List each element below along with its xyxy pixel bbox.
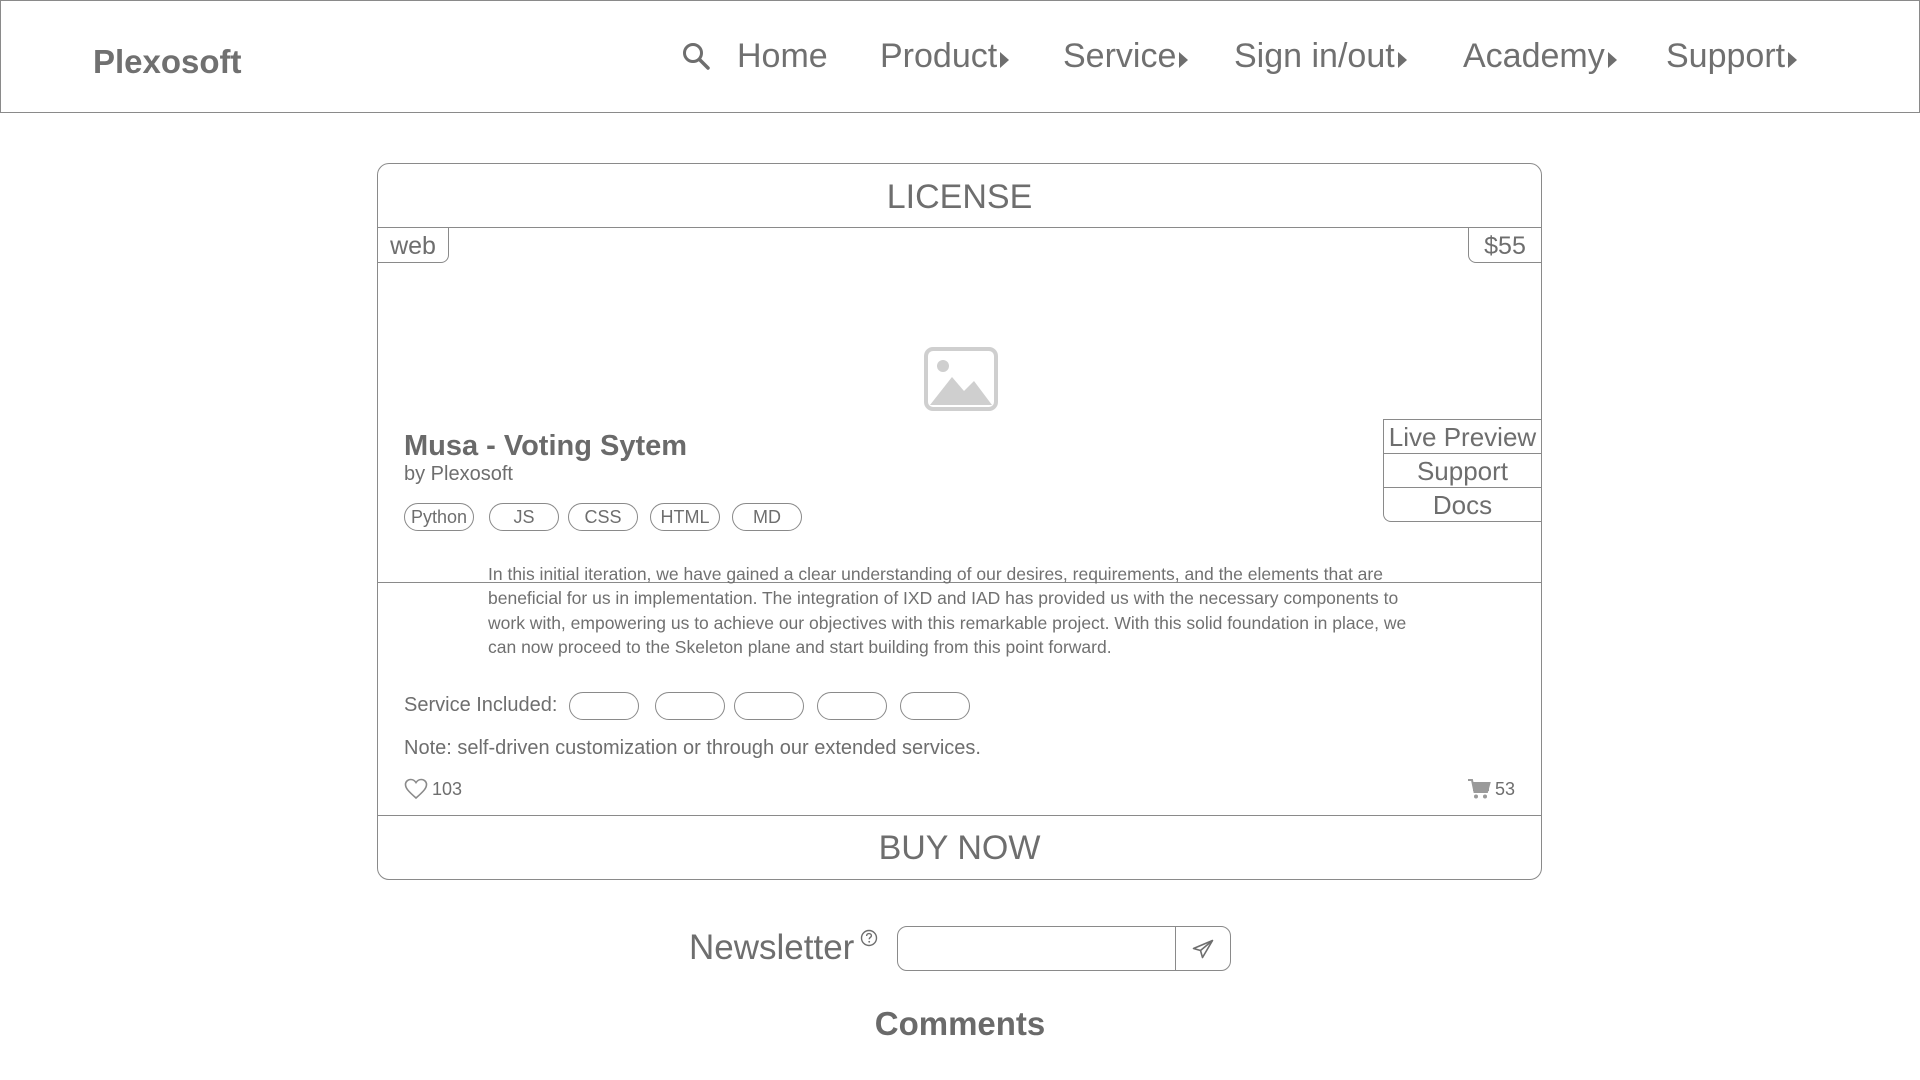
service-pill[interactable] (734, 692, 804, 720)
newsletter-label: Newsletter (689, 928, 855, 967)
cart-icon[interactable] (1467, 778, 1491, 800)
live-preview-button[interactable]: Live Preview (1383, 419, 1541, 454)
nav-item-support[interactable]: Support (1666, 37, 1798, 76)
service-pill[interactable] (900, 692, 970, 720)
product-author: by Plexosoft (404, 463, 513, 485)
site-logo[interactable]: Plexosoft (93, 43, 242, 81)
support-button[interactable]: Support (1383, 453, 1541, 488)
newsletter-send-button[interactable] (1175, 927, 1230, 970)
question-circle-icon[interactable] (860, 929, 878, 947)
nav-item-label: Product (880, 37, 998, 75)
nav-item-label: Support (1666, 37, 1786, 75)
cart-counter[interactable]: 53 (1467, 777, 1515, 801)
product-description: In this initial iteration, we have gaine… (488, 564, 1407, 657)
nav-item-home[interactable]: Home (737, 37, 828, 76)
service-included-label: Service Included: (404, 694, 558, 716)
send-icon (1192, 939, 1214, 958)
price-tag: $55 (1468, 227, 1542, 263)
caret-right-icon (1607, 51, 1617, 68)
caret-right-icon (1788, 51, 1798, 68)
tech-tag-css[interactable]: CSS (568, 503, 638, 531)
caret-right-icon (1397, 51, 1407, 68)
newsletter-form (897, 926, 1231, 971)
nav-item-academy[interactable]: Academy (1463, 37, 1617, 76)
caret-right-icon (1000, 51, 1010, 68)
service-pill[interactable] (569, 692, 639, 720)
product-image-area: web $55 (377, 227, 1542, 583)
nav-item-service[interactable]: Service (1063, 37, 1189, 76)
service-pill[interactable] (817, 692, 887, 720)
product-title: Musa - Voting Sytem (404, 430, 688, 462)
image-placeholder-icon (924, 347, 998, 411)
side-links: Live Preview Support Docs (1383, 419, 1541, 522)
license-card: LICENSE web $55 Live Preview Support Doc… (377, 163, 1542, 880)
caret-right-icon (1179, 51, 1189, 68)
tech-tag-python[interactable]: Python (404, 503, 474, 531)
comments-heading: Comments (874, 1005, 1046, 1042)
license-title: LICENSE (378, 164, 1541, 228)
search-icon[interactable] (681, 41, 711, 71)
tech-tag-html[interactable]: HTML (650, 503, 720, 531)
nav-item-label: Academy (1463, 37, 1605, 75)
service-pill[interactable] (655, 692, 725, 720)
platform-tag: web (377, 227, 449, 263)
tech-tag-js[interactable]: JS (489, 503, 559, 531)
nav-item-label: Service (1063, 37, 1177, 75)
docs-button[interactable]: Docs (1383, 487, 1541, 522)
nav-item-label: Sign in/out (1234, 37, 1395, 75)
heart-icon[interactable] (404, 778, 428, 800)
tech-tag-md[interactable]: MD (732, 503, 802, 531)
nav-item-label: Home (737, 37, 828, 75)
likes-count: 103 (432, 778, 463, 799)
buy-now-button[interactable]: BUY NOW (378, 815, 1541, 879)
nav-item-product[interactable]: Product (880, 37, 1010, 76)
nav-item-sign-in-out[interactable]: Sign in/out (1234, 37, 1407, 76)
top-navbar: Plexosoft Home Product Service Sign in/o… (0, 0, 1920, 113)
cart-count: 53 (1494, 778, 1515, 799)
customization-note: Note: self-driven customization or throu… (404, 737, 981, 759)
newsletter-email-input[interactable] (898, 927, 1176, 970)
likes-counter[interactable]: 103 (404, 777, 462, 801)
